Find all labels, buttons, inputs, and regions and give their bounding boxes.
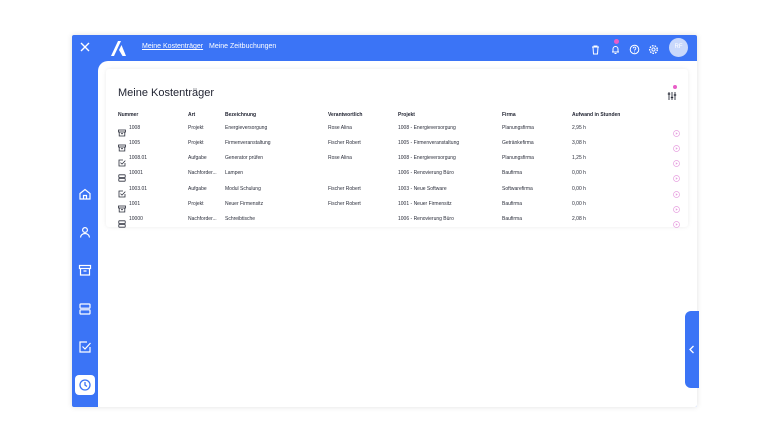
col-firma[interactable]: Firma (502, 112, 516, 118)
cell-firma: Baufirma (502, 170, 523, 176)
cell-projekt: 1008 - Energieversorgung (398, 125, 456, 131)
checkbox-icon (118, 154, 126, 167)
help-icon[interactable] (629, 42, 640, 55)
cell-projekt: 1008 - Energieversorgung (398, 155, 456, 161)
cell-bezeichnung: Neuer Firmensitz (225, 201, 264, 207)
filter-icon[interactable] (666, 88, 678, 100)
play-icon[interactable] (673, 139, 680, 152)
table-row[interactable]: 10000 Nachforder... Schreibtische 1006 -… (118, 212, 684, 228)
checkbox-icon[interactable] (78, 340, 92, 354)
nav-meine-kostentraeger[interactable]: Meine Kostenträger (142, 43, 203, 50)
cell-bezeichnung: Generator prüfen (225, 155, 264, 161)
table-row[interactable]: 10001 Nachforder... Lampen 1006 - Renovi… (118, 166, 684, 182)
home-icon[interactable] (78, 187, 92, 201)
table-row[interactable]: 1008 Projekt Energieversorgung Rose Alin… (118, 121, 684, 137)
play-icon[interactable] (673, 215, 680, 228)
drawer-toggle[interactable] (685, 311, 699, 388)
cell-nummer: 1008.01 (129, 155, 148, 161)
cell-firma: Softwarefirma (502, 186, 533, 192)
archive-icon (118, 200, 126, 213)
cell-art: Aufgabe (188, 155, 207, 161)
cell-nummer: 10000 (129, 216, 143, 222)
cell-nummer: 1005 (129, 140, 141, 146)
col-aufwand[interactable]: Aufwand in Stunden (572, 112, 620, 118)
cell-bezeichnung: Lampen (225, 170, 244, 176)
col-projekt[interactable]: Projekt (398, 112, 415, 118)
chevron-left-icon (689, 345, 694, 354)
cell-projekt: 1001 - Neuer Firmensitz (398, 201, 452, 207)
content-area: Meine Kostenträger Nummer Art Bezeichnun… (98, 61, 697, 407)
cell-aufwand: 2,95 h (572, 125, 586, 131)
cell-art: Nachforder... (188, 170, 217, 176)
filter-badge (673, 85, 677, 89)
play-icon[interactable] (673, 124, 680, 137)
play-icon[interactable] (673, 185, 680, 198)
cell-nummer: 1003.01 (129, 186, 148, 192)
app-window: Meine Kostenträger Meine Zeitbuchungen R… (72, 35, 697, 407)
cell-aufwand: 0,00 h (572, 170, 586, 176)
gear-icon[interactable] (648, 42, 659, 54)
cell-verantwortlich: Rose Alina (328, 155, 352, 161)
cell-bezeichnung: Energieversorgung (225, 125, 268, 131)
cell-verantwortlich: Fischer Robert (328, 140, 361, 146)
cell-aufwand: 3,08 h (572, 140, 586, 146)
archive-icon[interactable] (78, 263, 92, 277)
play-icon[interactable] (673, 169, 680, 182)
cell-projekt: 1003 - Neue Software (398, 186, 447, 192)
cell-firma: Planungsfirma (502, 125, 534, 131)
user-icon[interactable] (78, 225, 92, 239)
cell-art: Aufgabe (188, 186, 207, 192)
cell-projekt: 1006 - Renovierung Büro (398, 216, 454, 222)
play-icon[interactable] (673, 154, 680, 167)
cell-projekt: 1006 - Renovierung Büro (398, 170, 454, 176)
cell-art: Nachforder... (188, 216, 217, 222)
cell-bezeichnung: Modul Schulung (225, 186, 261, 192)
page-title: Meine Kostenträger (118, 87, 214, 99)
cell-projekt: 1005 - Firmenveranstaltung (398, 140, 460, 146)
table-row[interactable]: 1001 Projekt Neuer Firmensitz Fischer Ro… (118, 197, 684, 213)
col-art[interactable]: Art (188, 112, 195, 118)
cell-art: Projekt (188, 201, 204, 207)
clock-icon[interactable] (78, 378, 92, 392)
cell-aufwand: 0,00 h (572, 186, 586, 192)
close-icon[interactable] (78, 41, 92, 55)
cell-firma: Baufirma (502, 216, 523, 222)
cell-verantwortlich: Fischer Robert (328, 186, 361, 192)
notification-badge (614, 39, 619, 44)
archive-icon (118, 139, 126, 152)
cell-aufwand: 1,25 h (572, 155, 586, 161)
top-bar: Meine Kostenträger Meine Zeitbuchungen R… (72, 35, 697, 61)
cell-verantwortlich: Rose Alina (328, 125, 352, 131)
trash-icon[interactable] (590, 42, 601, 55)
cell-nummer: 1008 (129, 125, 141, 131)
cell-aufwand: 0,00 h (572, 201, 586, 207)
cell-bezeichnung: Schreibtische (225, 216, 256, 222)
cell-art: Projekt (188, 140, 204, 146)
cell-firma: Baufirma (502, 201, 523, 207)
cell-bezeichnung: Firmenveranstaltung (225, 140, 271, 146)
nav-meine-zeitbuchungen[interactable]: Meine Zeitbuchungen (209, 43, 276, 50)
server-icon (118, 169, 126, 182)
cell-art: Projekt (188, 125, 204, 131)
cell-verantwortlich: Fischer Robert (328, 201, 361, 207)
server-icon[interactable] (78, 302, 92, 316)
checkbox-icon (118, 185, 126, 198)
server-icon (118, 215, 126, 228)
play-icon[interactable] (673, 200, 680, 213)
cell-nummer: 10001 (129, 170, 143, 176)
cell-firma: Getränkefirma (502, 140, 534, 146)
col-bezeichnung[interactable]: Bezeichnung (225, 112, 256, 118)
cell-aufwand: 2,08 h (572, 216, 586, 222)
table-row[interactable]: 1003.01 Aufgabe Modul Schulung Fischer R… (118, 182, 684, 198)
avatar[interactable]: RF (669, 38, 688, 57)
col-verantwortlich[interactable]: Verantwortlich (328, 112, 362, 118)
table-row[interactable]: 1008.01 Aufgabe Generator prüfen Rose Al… (118, 151, 684, 167)
archive-icon (118, 124, 126, 137)
logo-icon (109, 39, 129, 57)
cell-firma: Planungsfirma (502, 155, 534, 161)
cell-nummer: 1001 (129, 201, 141, 207)
table-row[interactable]: 1005 Projekt Firmenveranstaltung Fischer… (118, 136, 684, 152)
kostentraeger-card: Meine Kostenträger Nummer Art Bezeichnun… (106, 69, 688, 228)
col-nummer[interactable]: Nummer (118, 112, 138, 118)
